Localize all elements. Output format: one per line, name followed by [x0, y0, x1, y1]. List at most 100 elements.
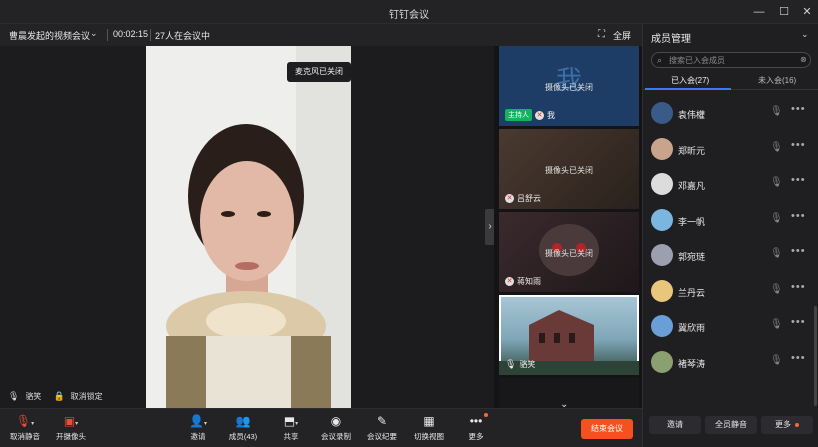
tab-not-joined[interactable]: 未入会(16) [758, 75, 796, 86]
members-button[interactable]: 👥 成员(43) [226, 413, 260, 442]
participant-name: 蒋知雨 [517, 277, 541, 286]
unmute-label: 取消静音 [10, 432, 40, 441]
record-label: 会议录制 [321, 432, 351, 441]
tab-underline [645, 88, 731, 90]
speaker-video[interactable] [146, 46, 351, 408]
mic-off-icon[interactable]: 🎙 [770, 213, 783, 224]
divider [107, 29, 108, 41]
thumbnail-participant[interactable]: 摄像头已关闭 ✕ 吕舒云 [499, 129, 639, 209]
scrollbar[interactable] [814, 306, 817, 406]
avatar [651, 137, 673, 160]
thumbnail-tag: 主持人 ✕ 我 [505, 109, 555, 121]
unlock-button[interactable]: 取消锁定 [71, 391, 103, 402]
minutes-button[interactable]: ✎ 会议纪要 [366, 413, 398, 442]
camera-label: 开摄像头 [56, 432, 86, 441]
more-icon[interactable]: ••• [791, 103, 806, 115]
tab-joined[interactable]: 已入会(27) [671, 75, 709, 86]
clear-icon[interactable]: ⊗ [800, 55, 807, 64]
mute-all-button[interactable]: 全员静音 [705, 416, 757, 434]
avatar [651, 102, 673, 124]
unmute-button[interactable]: 🎙▾ 取消静音 [8, 413, 42, 442]
mic-off-icon[interactable]: 🎙 [770, 284, 783, 295]
mic-off-icon[interactable]: 🎙 [770, 142, 783, 153]
member-search[interactable]: ⌕ ⊗ [651, 52, 811, 68]
more-icon[interactable]: ••• [791, 245, 806, 257]
window-title: 钉钉会议 [389, 10, 429, 21]
mic-off-icon[interactable]: 🎙 [770, 106, 783, 117]
notification-dot [484, 413, 488, 417]
member-name: 袁伟權 [678, 110, 706, 120]
chevron-down-icon[interactable]: ⌄ [801, 29, 809, 40]
thumbnail-tag: ✕ 蒋知雨 [505, 276, 541, 287]
more-toolbar-button[interactable]: ••• 更多 [466, 413, 488, 442]
minimize-icon[interactable]: — [748, 3, 770, 21]
thumbnail-participant[interactable]: 摄像头已关闭 ✕ 蒋知雨 [499, 212, 639, 292]
chevron-down-icon[interactable]: ⌄ [90, 28, 98, 39]
microphone-icon: 🎙 [505, 359, 517, 369]
thumbnail-tag: 🎙 骆笑 [505, 359, 535, 370]
search-input[interactable] [669, 54, 797, 67]
speaker-portrait [146, 46, 351, 408]
member-row[interactable]: 兰丹云 🎙 ••• [643, 278, 818, 308]
member-row[interactable]: 邓嘉凡 🎙 ••• [643, 171, 818, 201]
record-button[interactable]: ◉ 会议录制 [320, 413, 352, 442]
more-icon: ••• [469, 414, 483, 428]
member-tabs: 已入会(27) 未入会(16) [643, 72, 818, 90]
member-name: 李一帆 [678, 216, 706, 227]
camera-off-label: 摄像头已关闭 [545, 166, 593, 175]
member-row[interactable]: 褚琴涛 🎙 ••• [643, 349, 818, 379]
host-badge: 主持人 [505, 109, 532, 121]
more-icon[interactable]: ••• [791, 139, 806, 151]
lock-icon[interactable]: 🔒 [53, 391, 64, 402]
meeting-name[interactable]: 曹晨发起的视频会议 [9, 29, 90, 42]
camera-button[interactable]: ▣▾ 开摄像头 [54, 413, 88, 442]
avatar [651, 244, 673, 266]
thumbnail-tag: ✕ 吕舒云 [505, 193, 541, 204]
thumbnail-participant[interactable] [499, 378, 639, 408]
more-label: 更多 [468, 432, 484, 441]
member-panel: 成员管理 ⌄ ⌕ ⊗ 已入会(27) 未入会(16) 袁伟權 🎙 ••• 郑昕元 🎙 ••… [642, 24, 818, 447]
more-icon[interactable]: ••• [791, 174, 806, 186]
mic-off-icon[interactable]: 🎙 [770, 319, 783, 330]
more-icon[interactable]: ••• [791, 316, 806, 328]
maximize-icon[interactable]: ☐ [773, 3, 795, 21]
member-row[interactable]: 郭宛琏 🎙 ••• [643, 242, 818, 272]
share-screen-icon: ⬒▾ [283, 414, 299, 428]
minutes-label: 会议纪要 [367, 432, 397, 441]
mic-off-icon: ✕ [505, 277, 514, 286]
mic-off-icon[interactable]: 🎙 [770, 177, 783, 188]
mic-off-icon[interactable]: 🎙 [770, 248, 783, 259]
member-row[interactable]: 袁伟權 🎙 ••• [643, 100, 818, 130]
switch-view-button[interactable]: ▦ 切换视图 [413, 413, 445, 442]
more-button[interactable]: 更多 [761, 416, 813, 434]
thumbnail-me[interactable]: 我 摄像头已关闭 主持人 ✕ 我 [499, 46, 639, 126]
divider [150, 29, 151, 41]
mic-off-icon[interactable]: 🎙 [770, 355, 783, 366]
bottom-toolbar: 🎙▾ 取消静音 ▣▾ 开摄像头 👤▾ 邀请 👥 成员(43) ⬒▾ 共享 ◉ 会… [0, 408, 642, 447]
title-bar: 钉钉会议 — ☐ ✕ [0, 0, 818, 24]
more-icon[interactable]: ••• [791, 281, 806, 293]
minutes-icon: ✎ [376, 414, 388, 428]
panel-title: 成员管理 [651, 34, 691, 45]
share-label: 共享 [283, 432, 299, 441]
share-button[interactable]: ⬒▾ 共享 [280, 413, 302, 442]
more-label: 更多 [775, 420, 791, 429]
member-row[interactable]: 李一帆 🎙 ••• [643, 207, 818, 237]
fullscreen-icon[interactable]: ⛶ [598, 29, 605, 40]
thumbnail-participant-selected[interactable]: 🎙 骆笑 [499, 295, 639, 375]
invite-toolbar-button[interactable]: 👤▾ 邀请 [186, 413, 210, 442]
members-label: 成员(43) [228, 432, 258, 441]
member-name: 郭宛琏 [678, 252, 706, 262]
invite-button[interactable]: 邀请 [649, 416, 701, 434]
end-meeting-button[interactable]: 结束会议 [581, 419, 633, 439]
more-icon[interactable]: ••• [791, 352, 806, 364]
switch-view-label: 切换视图 [414, 432, 444, 441]
participant-name: 骆笑 [519, 360, 536, 369]
close-icon[interactable]: ✕ [796, 3, 818, 21]
fullscreen-button[interactable]: 全屏 [613, 29, 631, 42]
add-user-icon: 👤▾ [189, 414, 207, 428]
member-row[interactable]: 冀欣雨 🎙 ••• [643, 313, 818, 343]
member-row[interactable]: 郑昕元 🎙 ••• [643, 136, 818, 166]
member-name: 冀欣雨 [678, 323, 706, 333]
more-icon[interactable]: ••• [791, 210, 806, 222]
